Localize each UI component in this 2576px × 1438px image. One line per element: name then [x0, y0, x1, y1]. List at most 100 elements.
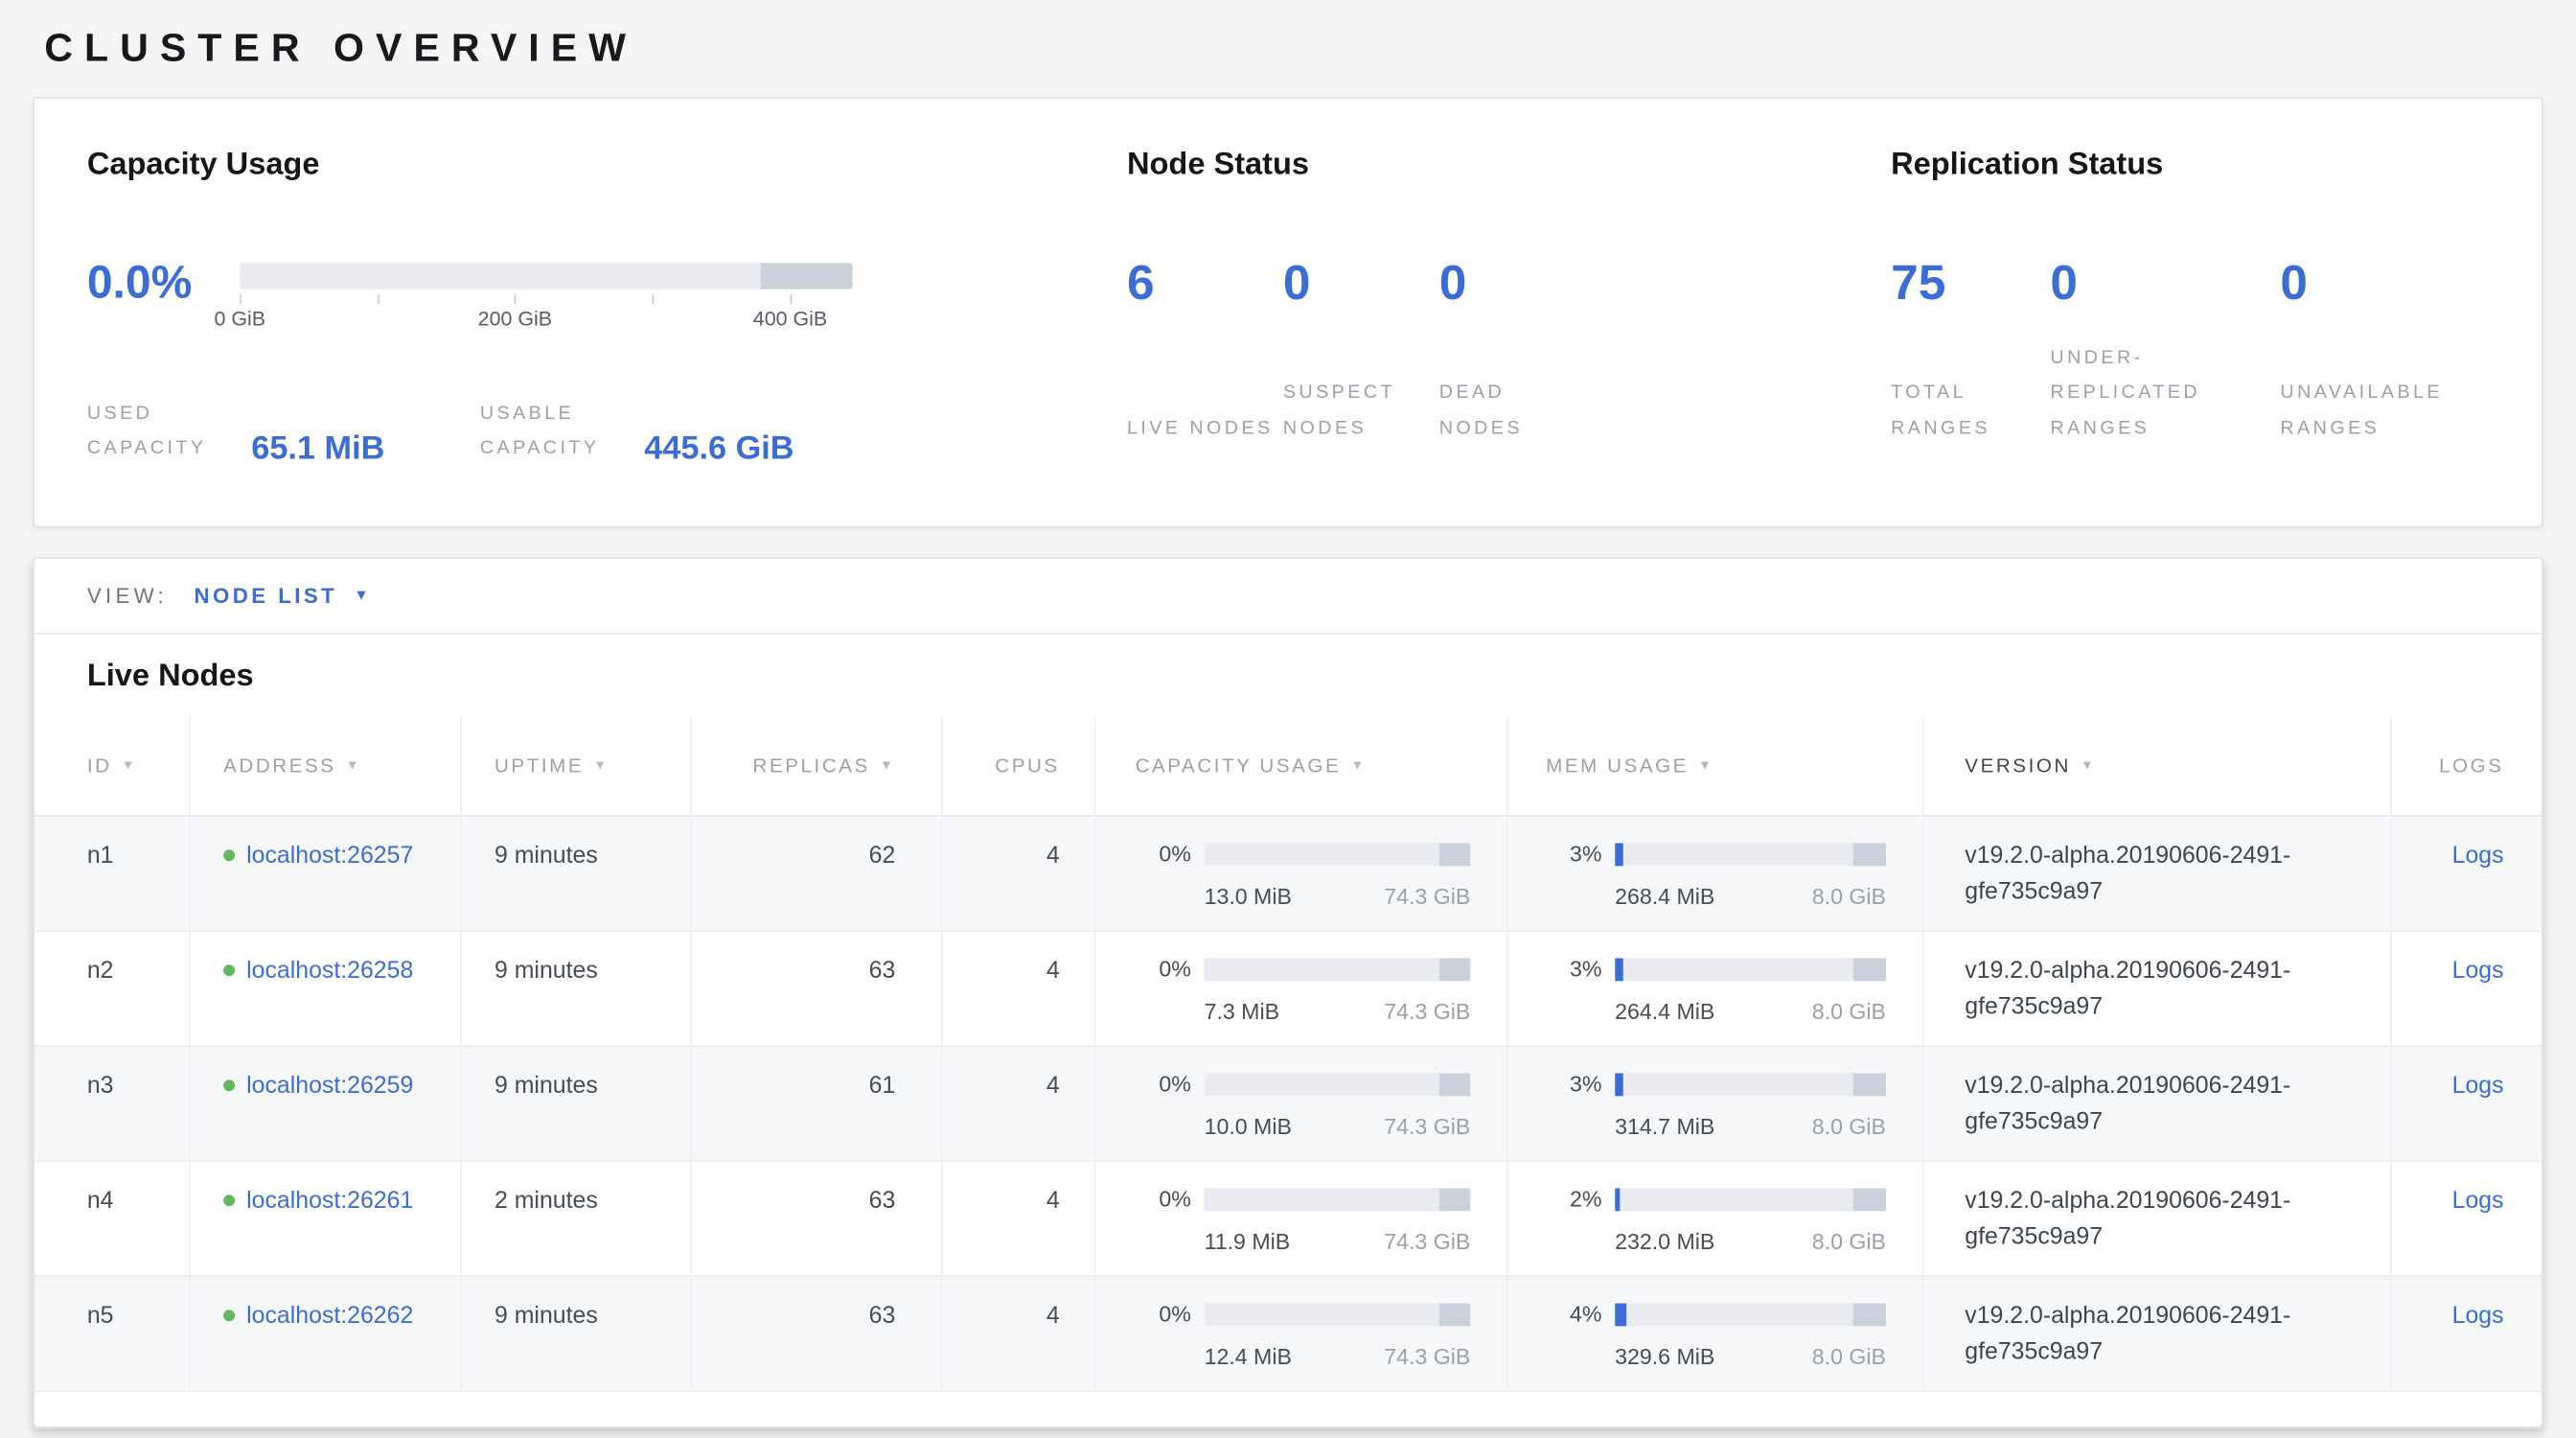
node-logs-link[interactable]: Logs	[2452, 843, 2504, 869]
column-header-logs: LOGS	[2392, 716, 2542, 815]
column-header-capacity-usage[interactable]: CAPACITY USAGE ▼	[1095, 716, 1507, 815]
node-live-status-icon	[223, 964, 235, 976]
gauge-tick-label: 0 GiB	[214, 308, 265, 331]
capacity-percent: 0%	[1136, 953, 1191, 987]
suspect-nodes-stat: 0 SUSPECT NODES	[1283, 260, 1439, 447]
node-uptime-cell: 2 minutes	[462, 1162, 692, 1275]
node-live-status-icon	[223, 1194, 235, 1206]
unavailable-ranges-stat: 0 UNAVAILABLE RANGES	[2280, 260, 2542, 447]
table-row: n2 localhost:26258 9 minutes 63 4 0% 7.3…	[34, 932, 2542, 1047]
node-logs-cell: Logs	[2392, 1047, 2542, 1160]
node-logs-link[interactable]: Logs	[2452, 958, 2504, 984]
under-replicated-ranges-label: UNDER-REPLICATED RANGES	[2050, 342, 2234, 447]
memory-total-value: 8.0 GiB	[1812, 1341, 1886, 1376]
memory-total-value: 8.0 GiB	[1812, 996, 1886, 1031]
node-status-section: Node Status 6 LIVE NODES 0 SUSPECT NODES…	[1127, 148, 1891, 525]
capacity-usage-bar	[1205, 844, 1471, 867]
view-selected-value: NODE LIST	[194, 584, 337, 609]
sort-arrow-icon: ▼	[880, 756, 895, 771]
capacity-gauge-axis: 0 GiB 200 GiB 400 GiB	[240, 290, 852, 342]
node-version-cell: v19.2.0-alpha.20190606-2491-gfe735c9a97	[1923, 932, 2392, 1045]
memory-bar-cap	[1853, 1189, 1886, 1212]
column-header-replicas[interactable]: REPLICAS ▼	[692, 716, 943, 815]
node-replicas-cell: 62	[692, 817, 943, 930]
capacity-usage-bar	[1205, 959, 1471, 982]
node-address-link[interactable]: localhost:26258	[246, 958, 413, 984]
node-address-link[interactable]: localhost:26257	[246, 843, 413, 869]
node-logs-link[interactable]: Logs	[2452, 1303, 2504, 1329]
capacity-total-value: 74.3 GiB	[1384, 1341, 1470, 1376]
node-live-status-icon	[223, 1079, 235, 1091]
node-mem-usage-cell: 2% 232.0 MiB 8.0 GiB	[1508, 1162, 1924, 1275]
memory-bar-fill	[1615, 1074, 1622, 1097]
live-nodes-stat: 6 LIVE NODES	[1127, 260, 1283, 447]
capacity-used-percent: 0.0%	[87, 260, 240, 306]
memory-percent: 3%	[1546, 838, 1601, 872]
node-cpus-cell: 4	[943, 1277, 1095, 1390]
capacity-percent: 0%	[1136, 838, 1191, 872]
node-address-link[interactable]: localhost:26261	[246, 1188, 413, 1214]
column-header-id[interactable]: ID ▼	[34, 716, 191, 815]
node-live-status-icon	[223, 1310, 235, 1321]
node-address-link[interactable]: localhost:26262	[246, 1303, 413, 1329]
live-nodes-count: 6	[1127, 260, 1283, 309]
node-capacity-usage-cell: 0% 10.0 MiB 74.3 GiB	[1095, 1047, 1507, 1160]
node-version-cell: v19.2.0-alpha.20190606-2491-gfe735c9a97	[1923, 1162, 2392, 1275]
memory-used-value: 268.4 MiB	[1615, 881, 1714, 916]
gauge-tick-label: 400 GiB	[753, 308, 827, 331]
capacity-used-value: 12.4 MiB	[1205, 1341, 1292, 1376]
memory-percent: 3%	[1546, 953, 1601, 987]
gauge-tick	[378, 294, 380, 304]
under-replicated-ranges-count: 0	[2050, 260, 2280, 309]
dead-nodes-count: 0	[1439, 260, 1596, 309]
replication-status-section: Replication Status 75 TOTAL RANGES 0 UND…	[1891, 148, 2542, 525]
node-logs-link[interactable]: Logs	[2452, 1073, 2504, 1099]
node-uptime-cell: 9 minutes	[462, 1047, 692, 1160]
node-status-title: Node Status	[1127, 148, 1891, 184]
node-capacity-usage-cell: 0% 11.9 MiB 74.3 GiB	[1095, 1162, 1507, 1275]
column-header-version[interactable]: VERSION ▼	[1923, 716, 2392, 815]
live-nodes-heading: Live Nodes	[34, 635, 2542, 717]
memory-bar-fill	[1615, 1189, 1621, 1212]
capacity-used-value: 13.0 MiB	[1205, 881, 1292, 916]
capacity-total-value: 74.3 GiB	[1384, 1226, 1470, 1261]
usable-capacity-value: 445.6 GiB	[644, 429, 794, 467]
chevron-down-icon: ▼	[354, 589, 368, 603]
column-header-cpus: CPUS	[943, 716, 1095, 815]
sort-arrow-icon: ▼	[1698, 756, 1714, 771]
node-logs-link[interactable]: Logs	[2452, 1188, 2504, 1214]
memory-usage-bar	[1615, 1189, 1886, 1212]
live-nodes-label: LIVE NODES	[1127, 412, 1274, 447]
replication-status-title: Replication Status	[1891, 148, 2542, 184]
usable-capacity-label: USABLE CAPACITY	[480, 398, 625, 468]
view-selector-dropdown[interactable]: NODE LIST ▼	[194, 584, 368, 609]
capacity-used-value: 7.3 MiB	[1205, 996, 1279, 1031]
capacity-total-value: 74.3 GiB	[1384, 1111, 1470, 1146]
node-cpus-cell: 4	[943, 1047, 1095, 1160]
sort-arrow-icon: ▼	[1351, 756, 1367, 771]
usable-capacity-stat: USABLE CAPACITY 445.6 GiB	[480, 398, 794, 468]
memory-used-value: 329.6 MiB	[1615, 1341, 1714, 1376]
node-logs-cell: Logs	[2392, 1162, 2542, 1275]
node-capacity-usage-cell: 0% 7.3 MiB 74.3 GiB	[1095, 932, 1507, 1045]
node-logs-cell: Logs	[2392, 932, 2542, 1045]
node-replicas-cell: 63	[692, 1162, 943, 1275]
node-address-cell: localhost:26262	[191, 1277, 462, 1390]
node-address-link[interactable]: localhost:26259	[246, 1073, 413, 1099]
table-row: n5 localhost:26262 9 minutes 63 4 0% 12.…	[34, 1277, 2542, 1392]
column-header-address[interactable]: ADDRESS ▼	[191, 716, 462, 815]
memory-bar-cap	[1853, 1304, 1886, 1327]
sort-arrow-icon: ▼	[346, 756, 361, 771]
node-uptime-cell: 9 minutes	[462, 817, 692, 930]
node-version-cell: v19.2.0-alpha.20190606-2491-gfe735c9a97	[1923, 1277, 2392, 1390]
table-header-row: ID ▼ ADDRESS ▼ UPTIME ▼ REPLICAS ▼ CPUS	[34, 716, 2542, 817]
memory-used-value: 232.0 MiB	[1615, 1226, 1714, 1261]
memory-bar-cap	[1853, 959, 1886, 982]
column-header-uptime[interactable]: UPTIME ▼	[462, 716, 692, 815]
node-live-status-icon	[223, 849, 235, 861]
memory-percent: 4%	[1546, 1298, 1601, 1333]
column-header-mem-usage[interactable]: MEM USAGE ▼	[1508, 716, 1924, 815]
node-mem-usage-cell: 3% 264.4 MiB 8.0 GiB	[1508, 932, 1924, 1045]
memory-usage-bar	[1615, 1074, 1886, 1097]
capacity-percent: 0%	[1136, 1298, 1191, 1333]
